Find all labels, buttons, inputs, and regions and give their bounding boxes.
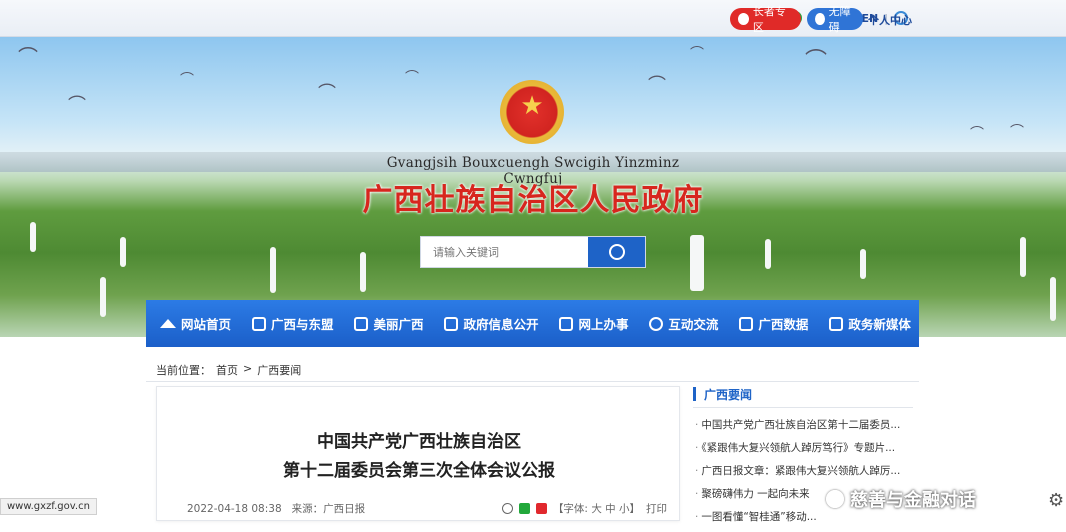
- asean-icon: [251, 316, 266, 331]
- bird-decoration: ⌒: [805, 49, 828, 74]
- search-button[interactable]: [588, 237, 645, 267]
- article-meta: 2022-04-18 08:38 来源：广西日报 【字体: 大 中 小】 打印: [187, 501, 667, 516]
- document-icon: [444, 316, 459, 331]
- gear-icon[interactable]: ⚙: [1048, 490, 1064, 511]
- nav-item-interaction[interactable]: 互动交流: [649, 314, 718, 333]
- article-date: 2022-04-18 08:38: [187, 502, 282, 515]
- search-input[interactable]: [421, 237, 589, 267]
- nav-item-home[interactable]: 网站首页: [160, 314, 231, 333]
- nav-item-new-media[interactable]: 政务新媒体: [829, 314, 911, 333]
- bird-decoration: ⌒: [970, 126, 984, 142]
- bird-decoration: ⌒: [18, 45, 38, 69]
- elder-zone-button[interactable]: 长者专区: [730, 5, 801, 34]
- nav-item-info-disclosure[interactable]: 政府信息公开: [444, 314, 538, 333]
- news-list-item[interactable]: 《紧跟伟大复兴领航人踔厉笃行》专题片...: [695, 440, 913, 463]
- media-icon: [829, 316, 844, 331]
- home-icon: [160, 319, 176, 328]
- article-source: 来源：广西日报: [291, 503, 366, 515]
- egret-decoration: [860, 249, 866, 279]
- national-emblem-icon: ★: [500, 80, 564, 144]
- article-tools: 【字体: 大 中 小】 打印: [501, 501, 667, 516]
- wechat-channel-icon: [826, 490, 844, 508]
- bird-decoration: ⌒: [1010, 124, 1024, 140]
- share-icon[interactable]: [501, 503, 513, 514]
- star-icon: ★: [520, 91, 544, 121]
- nav-item-label: 网上办事: [578, 317, 629, 332]
- nav-item-label: 互动交流: [668, 317, 719, 332]
- accessibility-label: 无障碍: [828, 5, 851, 34]
- sidebar-heading[interactable]: 广西要闻: [704, 386, 752, 403]
- print-link[interactable]: 打印: [646, 501, 667, 516]
- egret-decoration: [100, 277, 106, 317]
- header-banner: ⌒ ⌒ ⌒ ⌒ ⌒ ⌒ ⌒ ⌒ ⌒ ⌒ ★ Gvangjsih Bouxcuen…: [0, 37, 1066, 337]
- news-list: 中国共产党广西壮族自治区第十二届委员... 《紧跟伟大复兴领航人踔厉笃行》专题片…: [695, 417, 913, 532]
- accessibility-icon: [815, 13, 825, 25]
- bird-decoration: ⌒: [405, 70, 419, 86]
- nav-item-label: 美丽广西: [373, 317, 424, 332]
- egret-decoration: [360, 252, 366, 292]
- nav-item-asean[interactable]: 广西与东盟: [251, 314, 334, 333]
- news-list-item[interactable]: 中国共产党广西壮族自治区第十二届委员...: [695, 417, 913, 440]
- watermark-overlay: 慈善与金融对话: [826, 486, 976, 512]
- article-title-line2: 第十二届委员会第三次全体会议公报: [283, 461, 555, 481]
- egret-decoration: [30, 222, 36, 252]
- accessibility-button[interactable]: 无障碍: [807, 5, 863, 34]
- scenery-icon: [354, 316, 369, 331]
- breadcrumb-separator: >: [243, 362, 253, 375]
- font-size-control[interactable]: 【字体: 大 中 小】: [553, 501, 640, 516]
- news-list-item[interactable]: 广西日报文章：紧跟伟大复兴领航人踔厉...: [695, 463, 913, 486]
- nav-item-label: 政府信息公开: [463, 317, 539, 332]
- egret-decoration: [270, 247, 276, 293]
- sidebar-header: 广西要闻: [693, 386, 913, 408]
- nav-item-scenery[interactable]: 美丽广西: [354, 314, 423, 333]
- breadcrumb-current-link[interactable]: 广西要闻: [257, 362, 301, 378]
- top-toolbar: 简 | 繁 | EN | 长者专区 无障碍 个人中心: [0, 0, 1066, 37]
- egret-decoration: [1050, 277, 1056, 321]
- weibo-share-icon[interactable]: [535, 503, 547, 514]
- divider: [146, 381, 919, 382]
- egret-decoration: [765, 239, 771, 269]
- breadcrumb-prefix: 当前位置：: [156, 364, 211, 377]
- nav-item-data[interactable]: 广西数据: [739, 314, 808, 333]
- egret-decoration: [120, 237, 126, 267]
- wechat-share-icon[interactable]: [518, 503, 530, 514]
- bird-decoration: ⌒: [68, 95, 86, 116]
- egret-decoration: [1020, 237, 1026, 277]
- watermark-text: 慈善与金融对话: [850, 490, 976, 511]
- egret-decoration: [690, 235, 704, 291]
- main-nav: 网站首页 广西与东盟 美丽广西 政府信息公开 网上办事 互动交流 广西数据 政务…: [146, 300, 919, 347]
- bird-decoration: ⌒: [318, 83, 336, 104]
- article-card: 中国共产党广西壮族自治区 第十二届委员会第三次全体会议公报 2022-04-18…: [156, 386, 680, 521]
- heading-accent-bar: [693, 387, 696, 401]
- nav-item-online-services[interactable]: 网上办事: [559, 314, 628, 333]
- breadcrumb-home-link[interactable]: 首页: [216, 362, 238, 378]
- nav-item-label: 广西与东盟: [270, 317, 334, 332]
- nav-item-label: 政务新媒体: [848, 317, 911, 332]
- nav-item-label: 网站首页: [181, 317, 232, 332]
- elder-icon: [738, 13, 749, 25]
- status-url-bar: www.gxzf.gov.cn: [0, 498, 97, 515]
- bird-decoration: ⌒: [648, 75, 666, 96]
- site-title: 广西壮族自治区人民政府: [362, 183, 704, 218]
- nav-item-label: 广西数据: [758, 317, 809, 332]
- elder-zone-label: 长者专区: [752, 5, 786, 34]
- search-box: [420, 236, 646, 268]
- data-icon: [739, 316, 754, 331]
- monitor-icon: [559, 316, 574, 331]
- breadcrumb: 当前位置： 首页 > 广西要闻: [156, 362, 301, 378]
- bird-decoration: ⌒: [180, 72, 194, 88]
- search-icon: [608, 244, 625, 260]
- bird-decoration: ⌒: [690, 46, 704, 62]
- article-title-line1: 中国共产党广西壮族自治区: [317, 432, 521, 452]
- chat-icon: [649, 316, 664, 331]
- personal-center-link[interactable]: 个人中心: [868, 12, 912, 28]
